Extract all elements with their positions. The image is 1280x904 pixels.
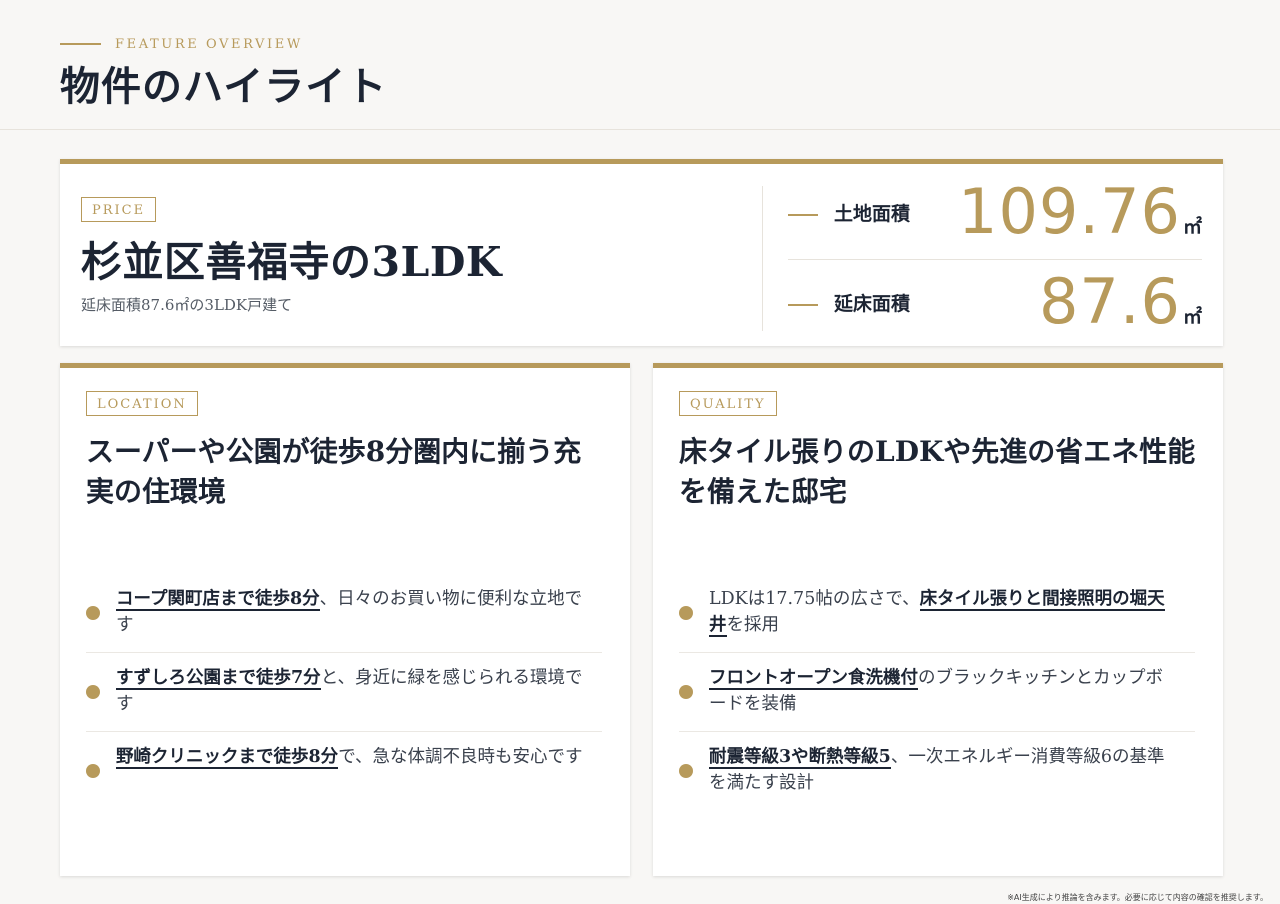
- highlight-text: すずしろ公園まで徒歩7分: [116, 668, 321, 690]
- quality-list: LDKは17.75帖の広さで、床タイル張りと間接照明の堀天井を採用 フロントオー…: [679, 574, 1195, 810]
- highlight-text: 耐震等級3や断熱等級5: [709, 747, 891, 769]
- bullet-dot: [86, 606, 100, 620]
- bullet-dot: [679, 764, 693, 778]
- list-item-text: 野崎クリニックまで徒歩8分で、急な体調不良時も安心です: [116, 744, 586, 770]
- metric-value: 109.76: [958, 175, 1181, 248]
- page-title: 物件のハイライト: [60, 63, 388, 110]
- list-item-text: すずしろ公園まで徒歩7分と、身近に緑を感じられる環境です: [116, 665, 586, 717]
- floor-area-metric: 延床面積 87.6 ㎡: [788, 265, 1202, 341]
- metric-unit: ㎡: [1182, 216, 1202, 239]
- list-item: LDKは17.75帖の広さで、床タイル張りと間接照明の堀天井を採用: [679, 574, 1195, 653]
- item-text: LDKは17.75帖の広さで、: [709, 589, 920, 609]
- price-card: PRICE 杉並区善福寺の3LDK 延床面積87.6㎡の3LDK戸建て 土地面積…: [60, 159, 1223, 346]
- location-list: コープ関町店まで徒歩8分、日々のお買い物に便利な立地です すずしろ公園まで徒歩7…: [86, 574, 602, 810]
- price-tag: PRICE: [81, 197, 157, 222]
- list-item-text: フロントオープン食洗機付のブラックキッチンとカップボードを装備: [709, 665, 1179, 717]
- land-area-metric: 土地面積 109.76 ㎡: [788, 175, 1202, 251]
- metric-value-group: 87.6 ㎡: [1039, 265, 1202, 339]
- eyebrow-text: FEATURE OVERVIEW: [115, 36, 303, 52]
- ai-disclaimer: ※AI生成により推論を含みます。必要に応じて内容の確認を推奨します。: [1007, 893, 1268, 902]
- list-item-text: コープ関町店まで徒歩8分、日々のお買い物に便利な立地です: [116, 586, 586, 638]
- metric-label: 土地面積: [834, 203, 911, 225]
- highlight-text: コープ関町店まで徒歩8分: [116, 589, 320, 611]
- list-item: フロントオープン食洗機付のブラックキッチンとカップボードを装備: [679, 653, 1195, 732]
- eyebrow: FEATURE OVERVIEW: [60, 34, 303, 54]
- metric-line: [788, 304, 818, 306]
- metric-line: [788, 214, 818, 216]
- vertical-divider: [762, 186, 763, 331]
- property-heading: 杉並区善福寺の3LDK: [81, 238, 503, 286]
- property-subtitle: 延床面積87.6㎡の3LDK戸建て: [81, 296, 293, 314]
- quality-tag: QUALITY: [679, 391, 777, 416]
- bullet-dot: [679, 685, 693, 699]
- metric-divider: [788, 259, 1202, 260]
- metric-label: 延床面積: [834, 293, 911, 315]
- page-header: FEATURE OVERVIEW 物件のハイライト: [0, 0, 1280, 130]
- bullet-dot: [679, 606, 693, 620]
- metric-value: 87.6: [1038, 265, 1181, 338]
- list-item: すずしろ公園まで徒歩7分と、身近に緑を感じられる環境です: [86, 653, 602, 732]
- quality-heading: 床タイル張りのLDKや先進の省エネ性能を備えた邸宅: [679, 435, 1196, 508]
- bullet-dot: [86, 685, 100, 699]
- metric-unit: ㎡: [1182, 306, 1202, 329]
- metric-value-group: 109.76 ㎡: [958, 175, 1202, 249]
- list-item: 耐震等級3や断熱等級5、一次エネルギー消費等級6の基準を満たす設計: [679, 732, 1195, 810]
- item-text: を採用: [726, 615, 780, 635]
- quality-card: QUALITY 床タイル張りのLDKや先進の省エネ性能を備えた邸宅 LDKは17…: [653, 363, 1223, 876]
- eyebrow-line: [60, 43, 101, 45]
- bullet-dot: [86, 764, 100, 778]
- list-item: コープ関町店まで徒歩8分、日々のお買い物に便利な立地です: [86, 574, 602, 653]
- location-tag: LOCATION: [86, 391, 198, 416]
- list-item-text: LDKは17.75帖の広さで、床タイル張りと間接照明の堀天井を採用: [709, 586, 1179, 638]
- highlight-text: フロントオープン食洗機付: [709, 668, 918, 690]
- highlight-text: 野崎クリニックまで徒歩8分: [116, 747, 339, 769]
- list-item-text: 耐震等級3や断熱等級5、一次エネルギー消費等級6の基準を満たす設計: [709, 744, 1179, 796]
- location-heading: スーパーや公園が徒歩8分圏内に揃う充実の住環境: [86, 435, 582, 508]
- list-item: 野崎クリニックまで徒歩8分で、急な体調不良時も安心です: [86, 732, 602, 810]
- location-card: LOCATION スーパーや公園が徒歩8分圏内に揃う充実の住環境 コープ関町店ま…: [60, 363, 630, 876]
- item-text: で、急な体調不良時も安心です: [338, 747, 583, 767]
